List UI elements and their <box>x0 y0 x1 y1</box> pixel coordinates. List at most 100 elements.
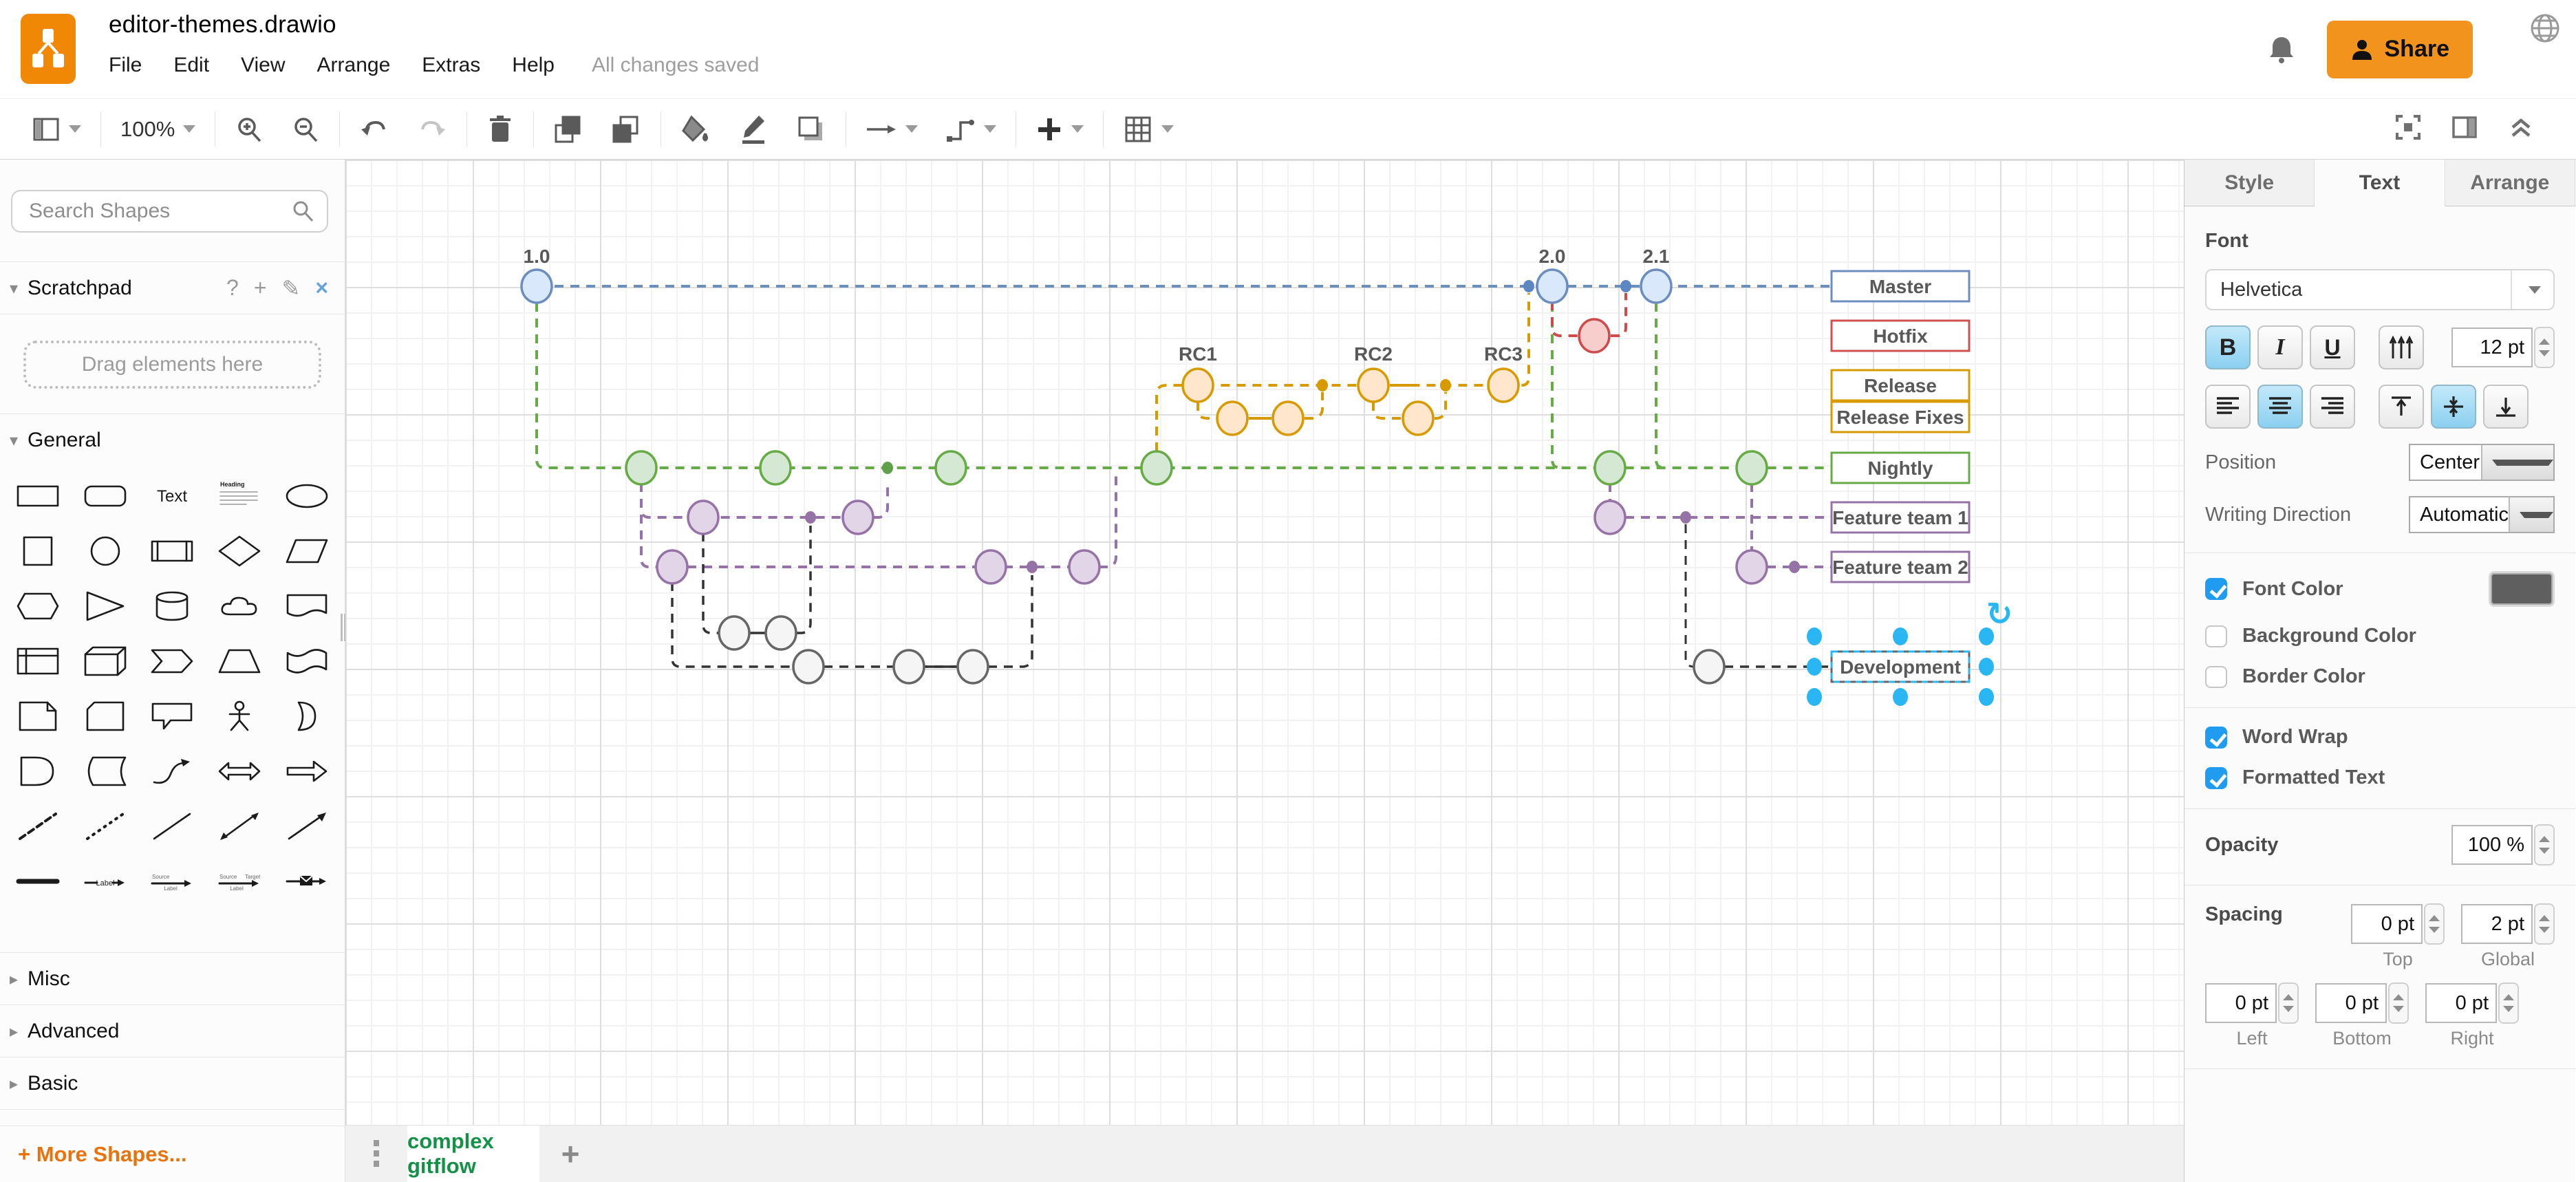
shape-tape[interactable] <box>273 634 341 689</box>
collapse-toolbar-button[interactable] <box>2507 114 2535 144</box>
spacing-top-input[interactable]: 0 pt <box>2351 904 2423 944</box>
menu-help[interactable]: Help <box>512 54 555 77</box>
shape-or[interactable] <box>273 689 341 744</box>
commit-node[interactable] <box>1737 550 1767 583</box>
selection-handle[interactable] <box>1979 688 1994 706</box>
to-front-button[interactable] <box>539 107 597 151</box>
commit-node[interactable] <box>1694 650 1724 683</box>
vertical-text-button[interactable] <box>2379 325 2424 369</box>
document-title[interactable]: editor-themes.drawio <box>109 11 760 39</box>
commit-node[interactable] <box>843 501 873 534</box>
spacing-left-input[interactable]: 0 pt <box>2205 983 2277 1023</box>
shape-arrow-source-label[interactable]: SourceLabel <box>139 854 206 909</box>
shape-internal-storage[interactable] <box>4 634 72 689</box>
menu-edit[interactable]: Edit <box>173 54 209 77</box>
valign-top-button[interactable] <box>2379 385 2424 429</box>
menu-view[interactable]: View <box>241 54 285 77</box>
shape-link[interactable] <box>4 854 72 909</box>
scratchpad-edit-icon[interactable]: ✎ <box>282 275 301 301</box>
shadow-button[interactable] <box>782 107 840 151</box>
shape-process[interactable] <box>139 524 206 579</box>
merge-dot[interactable] <box>882 462 893 474</box>
writing-direction-select[interactable]: Automatic <box>2409 496 2555 533</box>
commit-node[interactable] <box>1183 369 1213 402</box>
commit-node[interactable] <box>936 451 966 484</box>
shape-note[interactable] <box>4 689 72 744</box>
shape-card[interactable] <box>72 689 139 744</box>
merge-dot[interactable] <box>1440 379 1451 391</box>
spacing-bottom-input[interactable]: 0 pt <box>2315 983 2387 1023</box>
page-tab-complex-gitflow[interactable]: complex gitflow <box>407 1126 539 1182</box>
commit-node[interactable] <box>1737 451 1767 484</box>
commit-node[interactable] <box>1488 369 1518 402</box>
commit-node[interactable] <box>1579 319 1609 352</box>
shape-document[interactable] <box>273 579 341 634</box>
notifications-bell-icon[interactable] <box>2266 34 2297 65</box>
underline-button[interactable]: U <box>2310 325 2355 369</box>
drawio-logo-icon[interactable] <box>21 14 76 84</box>
italic-button[interactable]: I <box>2257 325 2303 369</box>
shape-curve[interactable] <box>139 744 206 799</box>
section-general[interactable]: ▾ General <box>0 413 345 466</box>
shape-dashed-line[interactable] <box>4 799 72 854</box>
commit-node[interactable] <box>1069 550 1099 583</box>
tab-style[interactable]: Style <box>2185 160 2315 206</box>
section-misc[interactable]: ▸ Misc <box>0 952 345 1004</box>
shape-line[interactable] <box>139 799 206 854</box>
commit-node[interactable] <box>958 650 988 683</box>
shape-arrow-with-label[interactable]: Label <box>72 854 139 909</box>
table-button[interactable] <box>1109 107 1188 151</box>
shape-circle[interactable] <box>72 524 139 579</box>
opacity-stepper[interactable] <box>2534 824 2555 866</box>
spacing-global-stepper[interactable] <box>2534 903 2555 945</box>
scratchpad-add-icon[interactable]: + <box>254 275 267 301</box>
fill-color-button[interactable] <box>667 107 724 151</box>
spacing-bottom-stepper[interactable] <box>2388 982 2409 1024</box>
commit-node[interactable] <box>1595 501 1625 534</box>
shape-rounded-rectangle[interactable] <box>72 469 139 524</box>
line-color-button[interactable] <box>724 107 782 151</box>
border-color-checkbox[interactable] <box>2205 666 2227 688</box>
merge-dot[interactable] <box>1523 280 1534 292</box>
shape-cylinder[interactable] <box>139 579 206 634</box>
commit-node[interactable] <box>1217 402 1247 435</box>
font-color-checkbox[interactable] <box>2205 578 2227 600</box>
shape-step[interactable] <box>139 634 206 689</box>
share-button[interactable]: Share <box>2327 21 2473 78</box>
position-select[interactable]: Center <box>2409 444 2555 481</box>
shape-text[interactable]: Text <box>139 469 206 524</box>
merge-dot[interactable] <box>1789 561 1800 573</box>
connection-button[interactable] <box>852 107 932 151</box>
spacing-right-input[interactable]: 0 pt <box>2425 983 2497 1023</box>
scratchpad-header[interactable]: ▾ Scratchpad ? + ✎ × <box>0 261 345 314</box>
zoom-level-button[interactable]: 100% <box>107 107 209 151</box>
commit-node[interactable] <box>1358 369 1388 402</box>
background-color-checkbox[interactable] <box>2205 625 2227 647</box>
shape-square[interactable] <box>4 524 72 579</box>
bold-button[interactable]: B <box>2205 325 2251 369</box>
shape-cloud[interactable] <box>206 579 273 634</box>
scratchpad-close-icon[interactable]: × <box>315 275 328 301</box>
shape-rectangle[interactable] <box>4 469 72 524</box>
shape-arrow-source-target[interactable]: SourceTargetLabel <box>206 854 273 909</box>
opacity-input[interactable]: 100 % <box>2451 825 2533 865</box>
insert-button[interactable] <box>1022 107 1097 151</box>
shape-actor[interactable] <box>206 689 273 744</box>
scratchpad-dropzone[interactable]: Drag elements here <box>23 341 321 389</box>
waypoints-button[interactable] <box>932 107 1010 151</box>
search-shapes-input[interactable] <box>11 190 328 233</box>
align-left-button[interactable] <box>2205 385 2251 429</box>
commit-node[interactable] <box>894 650 924 683</box>
commit-node[interactable] <box>1595 451 1625 484</box>
add-page-button[interactable]: + <box>539 1126 601 1182</box>
commit-node[interactable] <box>626 451 656 484</box>
section-advanced[interactable]: ▸ Advanced <box>0 1004 345 1057</box>
commit-node[interactable] <box>688 501 718 534</box>
selection-handle[interactable] <box>1893 627 1908 645</box>
word-wrap-checkbox[interactable] <box>2205 727 2227 749</box>
shape-diamond[interactable] <box>206 524 273 579</box>
shape-ellipse[interactable] <box>273 469 341 524</box>
format-panel-toggle-button[interactable] <box>2451 114 2478 144</box>
delete-button[interactable] <box>473 107 528 151</box>
commit-node[interactable] <box>793 650 824 683</box>
